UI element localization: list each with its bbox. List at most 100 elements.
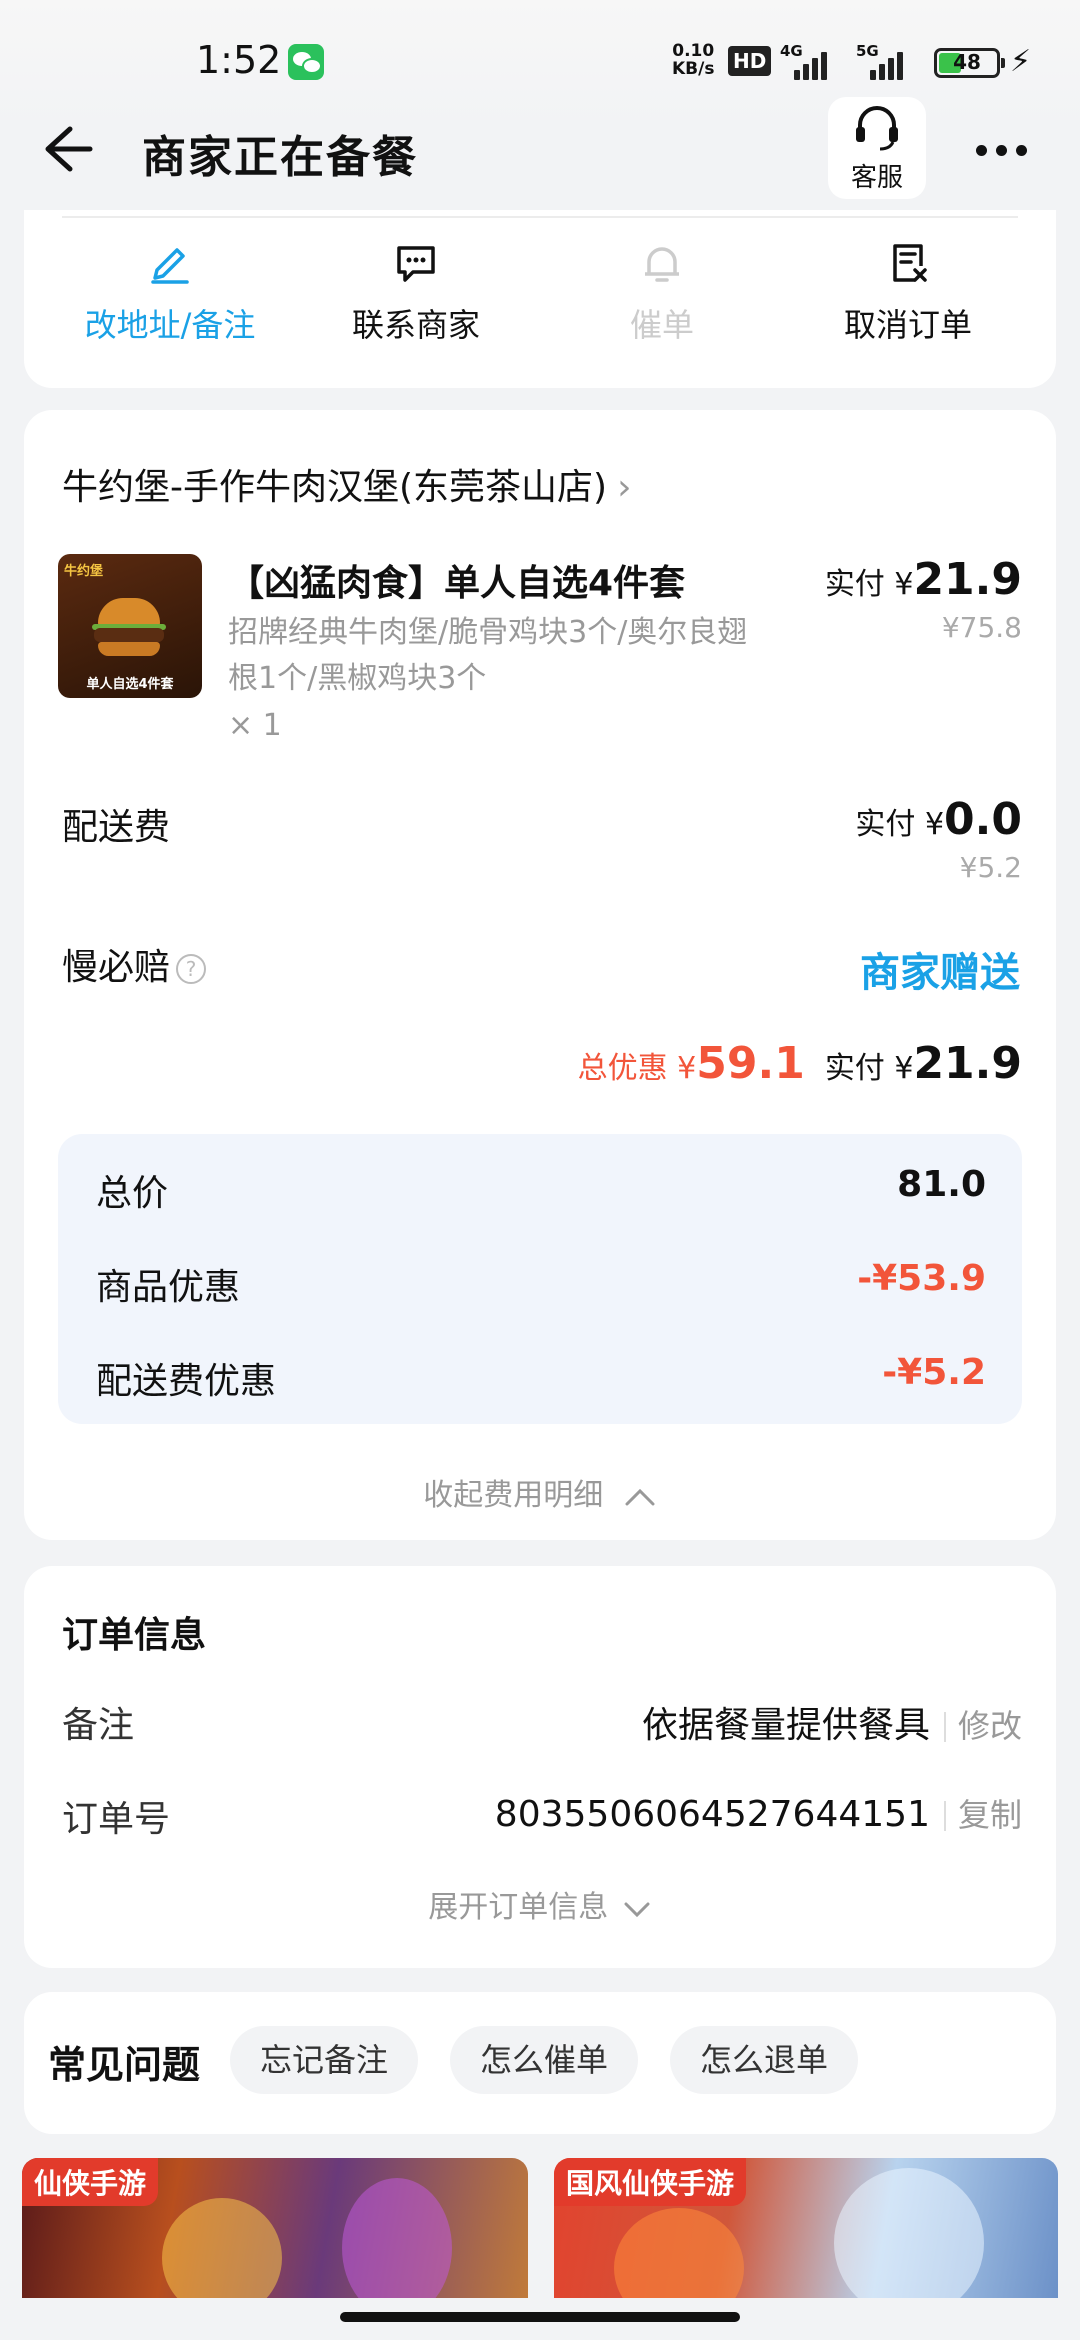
signal-5g-icon: 5G bbox=[856, 42, 908, 80]
fee-label: 配送费优惠 bbox=[96, 1361, 277, 1402]
order-info-card: 订单信息 备注 依据餐量提供餐具 修改 订单号 80355060645276441… bbox=[24, 1566, 1056, 1968]
edit-remark-button[interactable]: 修改 bbox=[958, 1707, 1022, 1745]
total-paid-value: 21.9 bbox=[913, 1038, 1022, 1089]
battery-icon: 48 bbox=[934, 48, 1005, 78]
product-thumbnail[interactable]: 牛约堡 单人自选4件套 bbox=[58, 554, 202, 698]
more-options-button[interactable] bbox=[972, 131, 1032, 171]
customer-service-label: 客服 bbox=[850, 163, 903, 193]
product-price: 实付 ¥21.9 ¥75.8 bbox=[825, 554, 1022, 644]
signal-4g-icon: 4G bbox=[780, 42, 832, 80]
network-speed-unit: KB/s bbox=[672, 59, 715, 79]
original-price: ¥5.2 bbox=[959, 851, 1022, 884]
fee-row-delivery-discount: 配送费优惠 -¥5.2 bbox=[96, 1352, 986, 1404]
faq-title: 常见问题 bbox=[48, 2043, 201, 2087]
expand-order-info-label: 展开订单信息 bbox=[428, 1890, 609, 1925]
bell-icon bbox=[645, 247, 679, 282]
hd-icon: HD bbox=[728, 46, 772, 76]
signal-5g-label: 5G bbox=[856, 42, 879, 60]
paid-value: 0.0 bbox=[944, 794, 1022, 845]
nav-bar: 商家正在备餐 客服 bbox=[0, 95, 1080, 205]
delivery-fee-label: 配送费 bbox=[62, 807, 171, 848]
product-description: 招牌经典牛肉堡/脆骨鸡块3个/奥尔良翅根1个/黑椒鸡块3个 bbox=[228, 615, 748, 696]
charging-icon: ⚡ bbox=[1010, 44, 1032, 79]
ad-tag: 仙侠手游 bbox=[22, 2158, 159, 2206]
chevron-down-icon bbox=[624, 1902, 650, 1917]
headset-icon bbox=[856, 106, 898, 151]
order-number-value: 8035506064527644151 bbox=[494, 1794, 930, 1835]
fee-value: 81.0 bbox=[897, 1164, 986, 1205]
shop-name: 牛约堡-手作牛肉汉堡(东莞茶山店) bbox=[62, 467, 608, 508]
faq-card: 常见问题 忘记备注 怎么催单 怎么退单 bbox=[24, 1992, 1056, 2134]
delivery-fee-price: 实付 ¥0.0 ¥5.2 bbox=[855, 794, 1022, 884]
remark-value: 依据餐量提供餐具 bbox=[641, 1705, 930, 1746]
remark-row: 备注 依据餐量提供餐具 修改 bbox=[62, 1696, 1022, 1748]
total-paid-label: 实付 ¥ bbox=[824, 1051, 914, 1086]
customer-service-button[interactable]: 客服 bbox=[828, 97, 926, 199]
paid-label: 实付 ¥ bbox=[824, 567, 914, 602]
chat-bubble-icon bbox=[397, 246, 435, 282]
cancel-order-label: 取消订单 bbox=[843, 306, 972, 344]
paid-label: 实付 ¥ bbox=[855, 807, 945, 842]
paid-value: 21.9 bbox=[913, 554, 1022, 605]
cancel-order-button[interactable]: 取消订单 bbox=[788, 240, 1028, 360]
remark-label: 备注 bbox=[62, 1705, 135, 1746]
total-discount-value: 59.1 bbox=[696, 1038, 805, 1089]
order-info-title: 订单信息 bbox=[62, 1615, 207, 1656]
back-arrow-icon bbox=[45, 126, 93, 172]
order-detail-card: 牛约堡-手作牛肉汉堡(东莞茶山店) › 牛约堡 单人自选4件套 【凶猛肉食】单人自… bbox=[24, 410, 1056, 1540]
ad-tag: 国风仙侠手游 bbox=[554, 2158, 747, 2206]
page-title: 商家正在备餐 bbox=[142, 132, 418, 183]
order-actions-card: 改地址/备注 联系商家 催单 取消订单 bbox=[24, 210, 1056, 388]
shop-name-link[interactable]: 牛约堡-手作牛肉汉堡(东莞茶山店) › bbox=[62, 458, 632, 510]
urge-order-button[interactable]: 催单 bbox=[542, 240, 782, 360]
cancel-document-icon bbox=[893, 244, 927, 282]
fee-value: -¥5.2 bbox=[882, 1352, 986, 1393]
divider bbox=[943, 1712, 946, 1742]
product-name: 【凶猛肉食】单人自选4件套 bbox=[228, 563, 686, 604]
chevron-right-icon: › bbox=[617, 467, 632, 508]
back-button[interactable] bbox=[36, 119, 96, 179]
more-dot-icon bbox=[1016, 145, 1027, 156]
signal-4g-label: 4G bbox=[780, 42, 803, 60]
change-address-remark-button[interactable]: 改地址/备注 bbox=[50, 240, 290, 360]
original-price: ¥75.8 bbox=[941, 611, 1022, 644]
contact-merchant-label: 联系商家 bbox=[351, 306, 480, 344]
faq-chip-forgot-remark[interactable]: 忘记备注 bbox=[230, 2026, 419, 2094]
network-speed-value: 0.10 bbox=[672, 41, 715, 61]
expand-order-info-button[interactable]: 展开订单信息 bbox=[24, 1882, 1056, 1926]
ad-banner-right[interactable]: 国风仙侠手游 bbox=[554, 2158, 1058, 2298]
fee-row-total: 总价 81.0 bbox=[96, 1164, 986, 1216]
divider bbox=[62, 216, 1018, 218]
battery-level: 48 bbox=[953, 50, 981, 74]
faq-chip-urge-order[interactable]: 怎么催单 bbox=[450, 2026, 639, 2094]
fee-breakdown: 总价 81.0 商品优惠 -¥53.9 配送费优惠 -¥5.2 bbox=[58, 1134, 1022, 1424]
collapse-fee-details-label: 收起费用明细 bbox=[423, 1478, 604, 1513]
fee-value: -¥53.9 bbox=[857, 1258, 986, 1299]
help-icon[interactable]: ? bbox=[176, 954, 207, 984]
order-number-row: 订单号 8035506064527644151 复制 bbox=[62, 1790, 1022, 1842]
fee-label: 总价 bbox=[96, 1173, 169, 1214]
more-dot-icon bbox=[976, 145, 987, 156]
order-summary: 总优惠 ¥59.1 实付 ¥21.9 bbox=[578, 1038, 1022, 1089]
faq-chip-refund[interactable]: 怎么退单 bbox=[670, 2026, 859, 2094]
edit-pencil-icon bbox=[151, 248, 189, 284]
contact-merchant-button[interactable]: 联系商家 bbox=[296, 240, 536, 360]
fee-label: 商品优惠 bbox=[96, 1267, 241, 1308]
copy-order-number-button[interactable]: 复制 bbox=[958, 1796, 1022, 1834]
change-address-remark-label: 改地址/备注 bbox=[84, 306, 256, 344]
thumb-caption: 单人自选4件套 bbox=[86, 677, 174, 692]
slow-compensation-row: 慢必赔? bbox=[62, 938, 207, 990]
thumb-brand: 牛约堡 bbox=[64, 564, 104, 579]
network-speed: 0.10 KB/s bbox=[672, 42, 714, 78]
order-number-label: 订单号 bbox=[62, 1799, 171, 1840]
more-dot-icon bbox=[996, 145, 1007, 156]
divider bbox=[943, 1801, 946, 1831]
ad-banner-left[interactable]: 仙侠手游 bbox=[22, 2158, 528, 2298]
product-quantity: × 1 bbox=[228, 708, 282, 743]
home-indicator[interactable] bbox=[340, 2312, 740, 2322]
wechat-notification-icon bbox=[288, 44, 324, 80]
fee-row-product-discount: 商品优惠 -¥53.9 bbox=[96, 1258, 986, 1310]
collapse-fee-details-button[interactable]: 收起费用明细 bbox=[24, 1470, 1056, 1514]
total-discount-label: 总优惠 ¥ bbox=[577, 1051, 697, 1086]
chevron-up-icon bbox=[625, 1488, 655, 1505]
